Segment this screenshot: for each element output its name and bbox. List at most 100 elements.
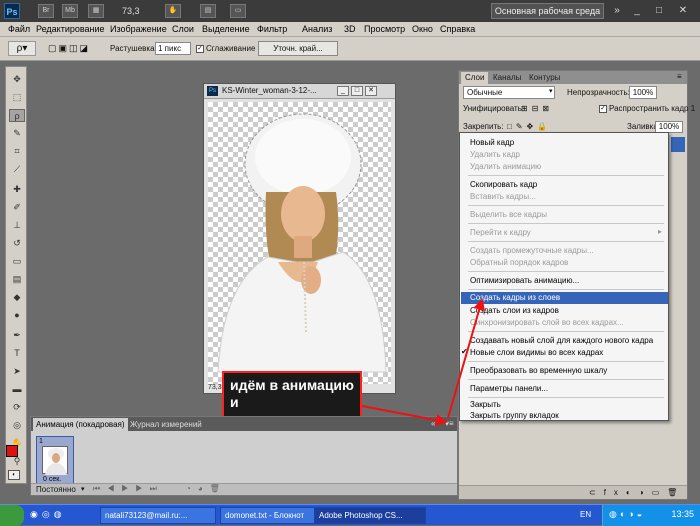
menu-item-match-layer-across-frames[interactable]: Синхронизировать слой во всех кадрах... xyxy=(470,317,665,328)
document-maximize-button[interactable]: □ xyxy=(351,86,363,96)
blend-mode-chevron-down-icon[interactable]: ▾ xyxy=(549,87,553,95)
quick-selection-tool-icon[interactable]: ✎ xyxy=(9,127,25,140)
minimize-button[interactable]: _ xyxy=(630,5,644,17)
menu-item-create-new-layer-each-frame[interactable]: Создавать новый слой для каждого нового … xyxy=(470,335,665,346)
menu-help[interactable]: Справка xyxy=(440,23,475,36)
crop-tool-icon[interactable]: ⌗ xyxy=(9,145,25,158)
lasso-tool-icon[interactable]: ρ xyxy=(9,109,25,122)
menu-file[interactable]: Файл xyxy=(8,23,30,36)
screen-mode-icon[interactable]: ▭ xyxy=(230,4,246,18)
loop-select[interactable]: Постоянно xyxy=(36,485,76,494)
antialias-checkbox[interactable]: ✓ Сглаживание xyxy=(196,44,255,53)
menu-item-select-all-frames[interactable]: Выделить все кадры xyxy=(470,209,665,220)
menu-item-go-to-frame[interactable]: Перейти к кадру xyxy=(470,227,665,238)
tab-measurement-log[interactable]: Журнал измерений xyxy=(127,418,205,431)
blur-tool-icon[interactable]: ◆ xyxy=(9,291,25,304)
tween-frame-buttons[interactable]: ◔◕🗑 xyxy=(186,484,227,493)
tab-layers[interactable]: Слои xyxy=(461,72,489,84)
panel-menu-icon[interactable]: ▾≡ xyxy=(445,419,454,428)
taskbar-item-photoshop[interactable]: Adobe Photoshop CS... xyxy=(314,507,426,524)
shape-tool-icon[interactable]: ▬ xyxy=(9,383,25,396)
menu-item-new-frame[interactable]: Новый кадр xyxy=(470,137,665,148)
lasso-preset-icon[interactable]: ρ▾ xyxy=(8,41,36,56)
hand-icon[interactable]: ✋ xyxy=(165,4,181,18)
menu-view[interactable]: Просмотр xyxy=(364,23,405,36)
tray-icons[interactable]: ◍◐◑◒ xyxy=(609,509,645,520)
menu-analysis[interactable]: Анализ xyxy=(302,23,332,36)
tab-channels[interactable]: Каналы xyxy=(489,72,525,84)
clock[interactable]: 13:35 xyxy=(671,509,694,519)
playback-buttons[interactable]: ⏮◀▶▶⏭ xyxy=(93,484,164,494)
quick-mask-icon[interactable]: ◐ xyxy=(8,470,20,480)
menu-item-optimize-animation[interactable]: Оптимизировать анимацию... xyxy=(470,275,665,286)
pen-tool-icon[interactable]: ✒ xyxy=(9,329,25,342)
zoom-level[interactable]: 73,3 xyxy=(122,4,162,18)
history-brush-tool-icon[interactable]: ↺ xyxy=(9,237,25,250)
frame-delay[interactable]: 0 сек. xyxy=(43,476,61,483)
healing-brush-tool-icon[interactable]: ✚ xyxy=(9,183,25,196)
mini-bridge-icon[interactable]: Mb xyxy=(62,4,78,18)
menu-item-close-tab-group[interactable]: Закрыть группу вкладок xyxy=(470,410,665,421)
menu-item-tween[interactable]: Создать промежуточные кадры... xyxy=(470,245,665,256)
foreground-color-swatch[interactable] xyxy=(6,445,18,457)
guides-icon[interactable]: ▦ xyxy=(88,4,104,18)
language-indicator[interactable]: EN xyxy=(580,510,591,519)
blend-mode-select[interactable]: Обычные xyxy=(463,86,555,99)
3d-rotate-tool-icon[interactable]: ⟳ xyxy=(9,401,25,414)
clone-stamp-tool-icon[interactable]: ⊥ xyxy=(9,219,25,232)
menu-item-new-layers-visible[interactable]: Новые слои видимы во всех кадрах xyxy=(470,347,665,358)
layers-footer-icons[interactable]: ⊂fx◐◑▭🗑 xyxy=(459,485,687,499)
dodge-tool-icon[interactable]: ● xyxy=(9,309,25,322)
lock-icons[interactable]: □✎✥🔒 xyxy=(507,122,551,131)
menu-item-reverse-frames[interactable]: Обратный порядок кадров xyxy=(470,257,665,268)
document-canvas[interactable] xyxy=(208,102,391,384)
taskbar-item-notepad[interactable]: domonet.txt - Блокнот xyxy=(220,507,320,524)
document-minimize-button[interactable]: _ xyxy=(337,86,349,96)
collapse-icon[interactable]: « xyxy=(431,419,435,428)
menu-item-convert-to-timeline[interactable]: Преобразовать во временную шкалу xyxy=(470,365,665,376)
workspace-switcher-button[interactable]: Основная рабочая среда xyxy=(491,3,604,19)
path-selection-tool-icon[interactable]: ➤ xyxy=(9,365,25,378)
move-tool-icon[interactable]: ✥ xyxy=(9,73,25,86)
tab-animation[interactable]: Анимация (покадровая) xyxy=(33,418,128,431)
menu-item-close[interactable]: Закрыть xyxy=(470,399,665,410)
refine-edge-button[interactable]: Уточн. край... xyxy=(258,41,338,56)
loop-dropdown-icon[interactable]: ▾ xyxy=(81,485,85,493)
menu-item-make-frames-from-layers[interactable]: Создать кадры из слоев xyxy=(461,292,668,304)
menu-item-delete-animation[interactable]: Удалить анимацию xyxy=(470,161,665,172)
menu-edit[interactable]: Редактирование xyxy=(36,23,105,36)
3d-orbit-tool-icon[interactable]: ◎ xyxy=(9,419,25,432)
menu-item-delete-frame[interactable]: Удалить кадр xyxy=(470,149,665,160)
eraser-tool-icon[interactable]: ▭ xyxy=(9,255,25,268)
menu-image[interactable]: Изображение xyxy=(110,23,167,36)
propagate-frame-checkbox[interactable]: ✓ Распространить кадр 1 xyxy=(599,104,695,113)
expand-icon[interactable]: » xyxy=(610,5,624,17)
menu-layers[interactable]: Слои xyxy=(172,23,194,36)
menu-item-flatten-frames-into-layers[interactable]: Создать слои из кадров xyxy=(470,305,665,316)
selection-mode-icons[interactable]: ▢▣◫◪ xyxy=(48,41,106,56)
restore-button[interactable]: □ xyxy=(652,5,666,17)
unify-icons[interactable]: ⊞⊟⊠ xyxy=(521,104,553,113)
menu-item-copy-frame[interactable]: Скопировать кадр xyxy=(470,179,665,190)
document-close-button[interactable]: ✕ xyxy=(365,86,377,96)
start-button[interactable] xyxy=(0,505,24,526)
type-tool-icon[interactable]: T xyxy=(9,347,25,360)
menu-3d[interactable]: 3D xyxy=(344,23,356,36)
marquee-tool-icon[interactable]: ⬚ xyxy=(9,91,25,104)
menu-window[interactable]: Окно xyxy=(412,23,433,36)
layers-panel-menu-icon[interactable]: ≡ xyxy=(677,72,682,81)
brush-tool-icon[interactable]: ✐ xyxy=(9,201,25,214)
tab-paths[interactable]: Контуры xyxy=(525,72,564,84)
menu-item-paste-frames[interactable]: Вставить кадры... xyxy=(470,191,665,202)
menu-item-panel-options[interactable]: Параметры панели... xyxy=(470,383,665,394)
bridge-icon[interactable]: Br xyxy=(38,4,54,18)
gradient-tool-icon[interactable]: ▤ xyxy=(9,273,25,286)
opacity-input[interactable]: 100% xyxy=(629,86,657,99)
taskbar-item-mail[interactable]: natali73123@mail.ru:... xyxy=(100,507,216,524)
close-button[interactable]: ✕ xyxy=(676,5,690,17)
menu-filter[interactable]: Фильтр xyxy=(257,23,287,36)
arrange-documents-icon[interactable]: ▤ xyxy=(200,4,216,18)
menu-select[interactable]: Выделение xyxy=(202,23,250,36)
feather-input[interactable]: 1 пикс xyxy=(155,42,191,55)
eyedropper-tool-icon[interactable]: ⟋ xyxy=(9,163,25,176)
